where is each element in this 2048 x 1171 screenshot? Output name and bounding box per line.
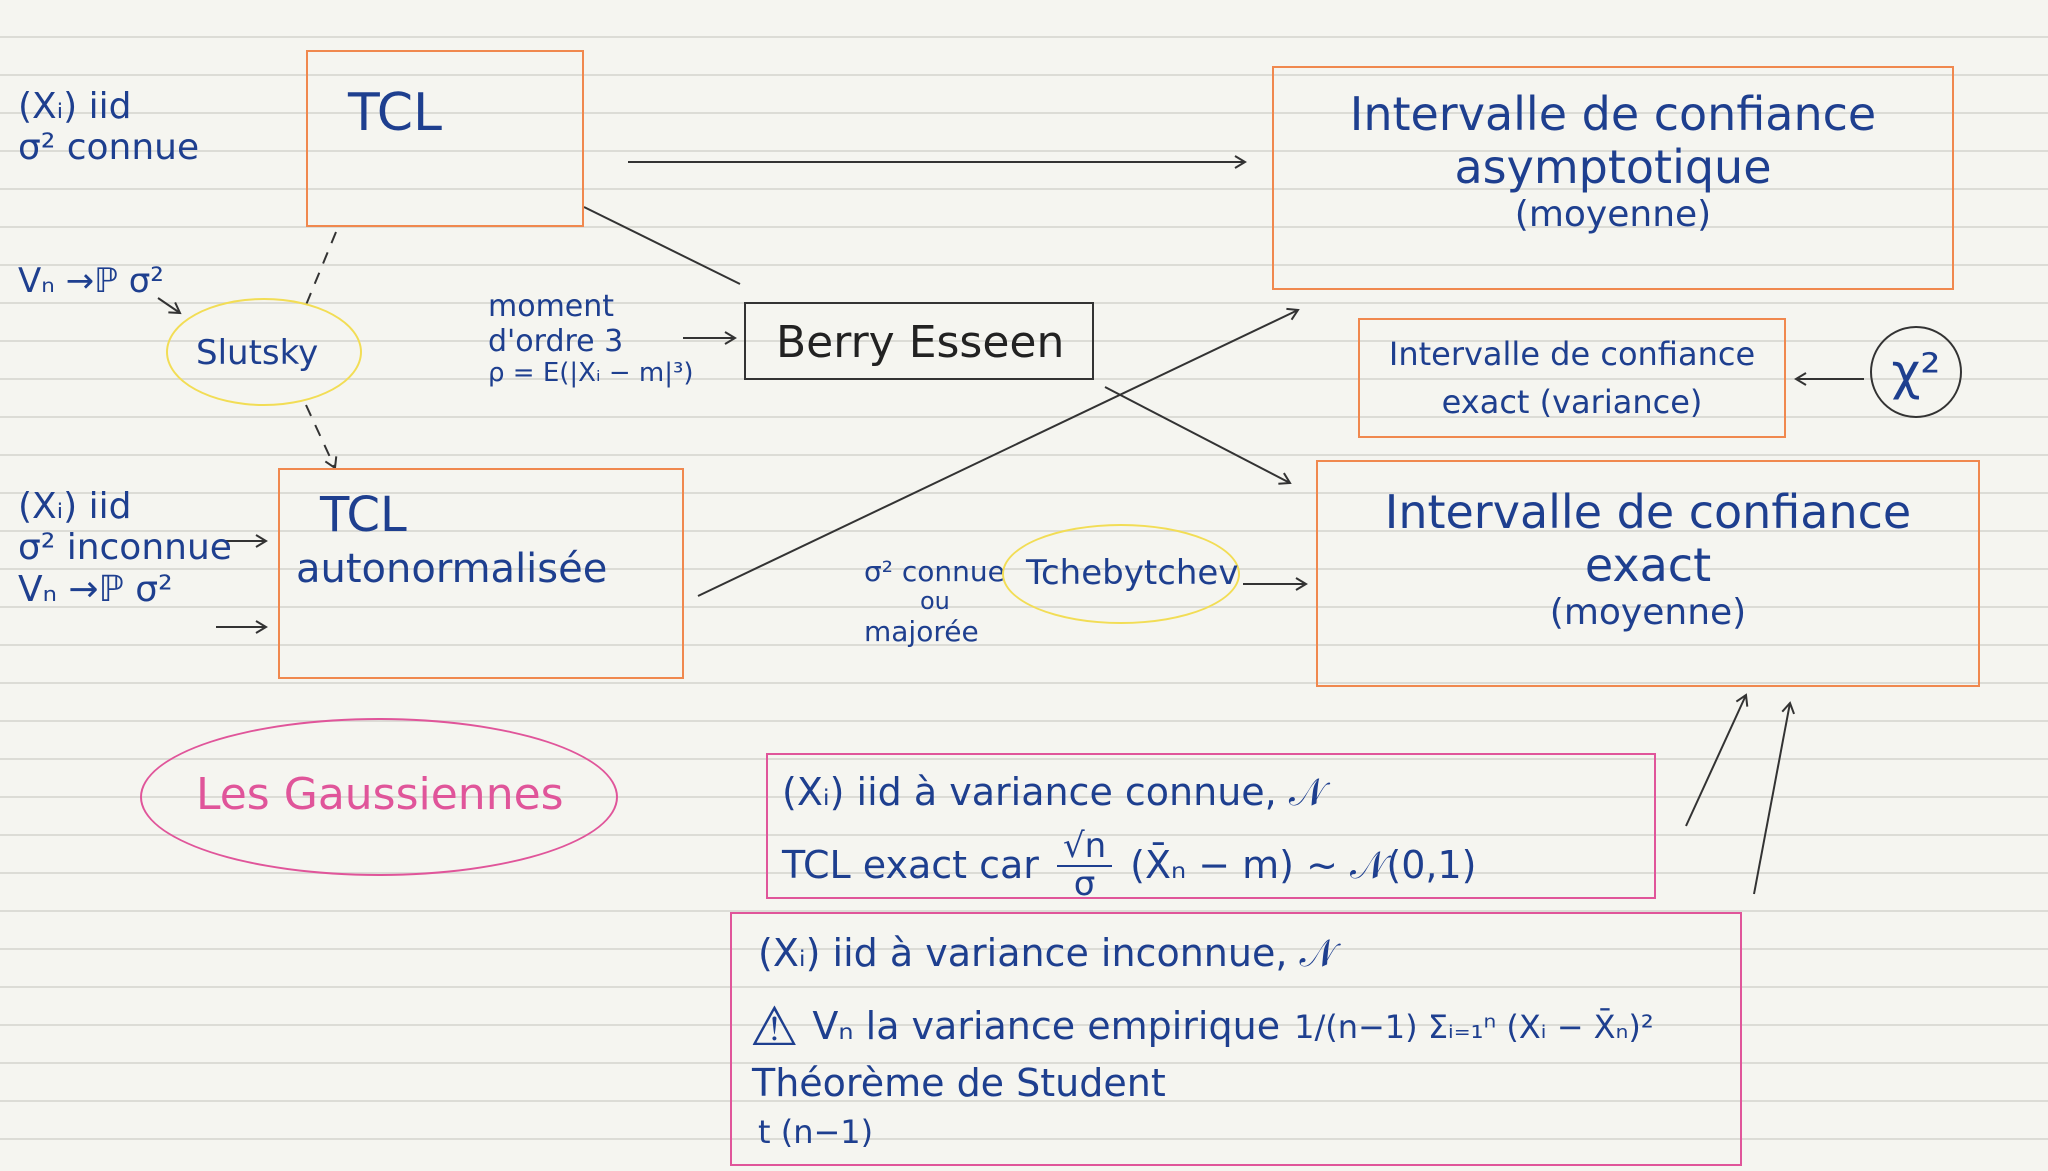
unknown-variance-line2: ⚠ Vₙ la variance empirique 1/(n−1) Σᵢ₌₁ⁿ…	[750, 995, 1654, 1058]
hypothesis-line: σ² inconnue	[18, 527, 232, 569]
vn-converges-to-sigma2: Vₙ →ℙ σ²	[18, 261, 164, 301]
arrow-tcl-dashed-to-slutsky	[305, 231, 337, 306]
gaussiennes-ellipse: Les Gaussiennes	[140, 718, 618, 876]
fraction-denominator: σ	[1073, 863, 1096, 904]
arrow-berry-to-ic-exact	[1104, 386, 1292, 485]
warning-icon: ⚠	[750, 995, 799, 1058]
tchebytchev-note-line: ou	[920, 587, 950, 616]
tcl-box: TCL	[306, 50, 584, 227]
ic-asymptotic-line: asymptotique	[1454, 139, 1772, 194]
tcl-label: TCL	[348, 83, 442, 143]
ic-exact-line: (moyenne)	[1549, 591, 1747, 633]
ic-exact-box: Intervalle de confiance exact (moyenne)	[1316, 460, 1980, 687]
berry-esseen-label: Berry Esseen	[776, 317, 1065, 368]
fraction: √n σ	[1056, 828, 1113, 904]
gaussiennes-label: Les Gaussiennes	[196, 769, 564, 820]
ic-variance-box: Intervalle de confiance exact (variance)	[1358, 318, 1786, 438]
hypothesis-line: Vₙ →ℙ σ²	[18, 568, 173, 610]
fraction-numerator: √n	[1056, 828, 1113, 867]
ic-exact-text: Intervalle de confiance exact (moyenne)	[1318, 486, 1978, 633]
hypothesis-line: (Xᵢ) iid	[18, 486, 132, 527]
berry-note-line: ρ = E(|Xᵢ − m|³)	[488, 358, 694, 388]
tchebytchev-note-line: σ² connue	[864, 555, 1005, 588]
tcl-auto-title: TCL	[320, 487, 407, 543]
berry-esseen-box: Berry Esseen	[744, 302, 1094, 380]
tcl-autonormalisee-box: TCL autonormalisée	[278, 468, 684, 679]
arrow-unknown-var-to-ic-exact	[1753, 701, 1795, 895]
ic-variance-line: exact (variance)	[1441, 383, 1703, 421]
arrow-slutsky-dashed-to-tcl-auto	[305, 404, 338, 470]
berry-moment-note: moment d'ordre 3 ρ = E(|Xᵢ − m|³)	[488, 289, 694, 389]
chi2-circle: χ²	[1870, 326, 1962, 418]
unknown-variance-line1: (Xᵢ) iid à variance inconnue, 𝒩	[758, 931, 1336, 975]
unknown-variance-box: (Xᵢ) iid à variance inconnue, 𝒩 ⚠ Vₙ la …	[730, 912, 1742, 1166]
slutsky-label: Slutsky	[196, 333, 319, 373]
ic-asymptotic-line: Intervalle de confiance	[1349, 87, 1877, 141]
known-variance-box: (Xᵢ) iid à variance connue, 𝒩 TCL exact …	[766, 753, 1656, 904]
tchebytchev-ellipse: Tchebytchev	[1002, 524, 1240, 624]
ic-variance-line: Intervalle de confiance	[1388, 335, 1756, 373]
known-variance-line2: TCL exact car √n σ (X̄ₙ − m) ~ 𝒩(0,1)	[782, 828, 1477, 904]
ic-exact-line: Intervalle de confiance	[1384, 485, 1912, 539]
ic-asymptotic-box: Intervalle de confiance asymptotique (mo…	[1272, 66, 1954, 290]
ic-asymptotic-line: (moyenne)	[1514, 193, 1712, 235]
tchebytchev-label: Tchebytchev	[1026, 553, 1239, 593]
ic-asymptotic-text: Intervalle de confiance asymptotique (mo…	[1274, 88, 1952, 235]
empirical-variance-formula: 1/(n−1) Σᵢ₌₁ⁿ (Xᵢ − X̄ₙ)²	[1294, 1007, 1654, 1046]
berry-note-line: moment	[488, 289, 615, 324]
empirical-variance-text: Vₙ la variance empirique	[812, 1004, 1281, 1049]
line-tcl-to-berry	[583, 206, 741, 285]
unknown-variance-line4: t (n−1)	[758, 1113, 874, 1151]
chi2-label: χ²	[1891, 343, 1941, 401]
ic-variance-text: Intervalle de confiance exact (variance)	[1360, 330, 1784, 426]
tchebytchev-note: σ² connue ou majorée	[864, 555, 1005, 648]
tchebytchev-note-line: majorée	[864, 614, 979, 648]
hypothesis-line: (Xᵢ) iid	[18, 86, 132, 127]
known-variance-prefix: TCL exact car	[782, 842, 1039, 887]
ic-exact-line: exact	[1584, 537, 1712, 592]
hypothesis-line: σ² connue	[18, 127, 200, 169]
berry-note-line: d'ordre 3	[488, 323, 624, 359]
known-variance-suffix: (X̄ₙ − m) ~ 𝒩(0,1)	[1130, 842, 1477, 887]
unknown-variance-line3: Théorème de Student	[752, 1061, 1166, 1105]
hypothesis-iid-known-variance: (Xᵢ) iid σ² connue	[18, 86, 199, 169]
arrow-known-var-to-ic-exact	[1685, 693, 1749, 827]
tcl-auto-subtitle: autonormalisée	[296, 546, 608, 592]
slutsky-ellipse: Slutsky	[166, 298, 362, 406]
known-variance-line1: (Xᵢ) iid à variance connue, 𝒩	[782, 770, 1326, 814]
hypothesis-iid-unknown-variance: (Xᵢ) iid σ² inconnue Vₙ →ℙ σ²	[18, 486, 232, 610]
